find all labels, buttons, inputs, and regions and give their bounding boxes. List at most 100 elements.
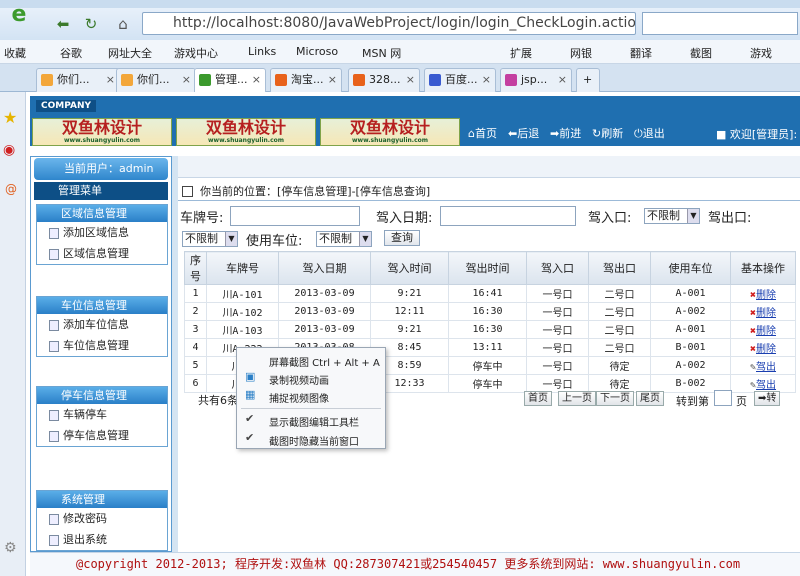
- menu-item[interactable]: 区域信息管理: [37, 243, 167, 264]
- menu-group-title[interactable]: 停车信息管理: [37, 387, 167, 404]
- home-icon[interactable]: ⌂: [112, 13, 134, 35]
- exit-gate-select[interactable]: 不限制 ▼: [182, 231, 238, 247]
- fav-item[interactable]: 谷歌: [60, 45, 82, 61]
- fav-item[interactable]: Links: [248, 45, 276, 58]
- menu-item[interactable]: 车位信息管理: [37, 335, 167, 356]
- toolbar-item[interactable]: 扩展: [510, 45, 532, 61]
- fav-item[interactable]: 网址大全: [108, 45, 152, 61]
- close-icon[interactable]: ×: [182, 69, 191, 91]
- browser-tab[interactable]: jsp... ×: [500, 68, 572, 92]
- last-page-button[interactable]: 尾页: [636, 391, 664, 406]
- browser-title-bar: [0, 0, 800, 8]
- context-menu-item[interactable]: 截图时隐藏当前窗口: [269, 433, 359, 448]
- browser-tab[interactable]: 你们... ×: [36, 68, 120, 92]
- toolbar-item[interactable]: 网银: [570, 45, 592, 61]
- cell: 二号口: [588, 302, 651, 321]
- cell: 4: [184, 338, 207, 357]
- cell: 川A-102: [206, 302, 279, 321]
- tab-bar: 你们... × 你们... × 管理... × 淘宝... × 328... × 百度..…: [0, 64, 800, 92]
- entry-gate-select[interactable]: 不限制 ▼: [644, 208, 700, 224]
- new-tab-button[interactable]: +: [576, 68, 600, 92]
- refresh-icon[interactable]: ↻: [80, 13, 102, 35]
- toolbar-item[interactable]: 游戏: [750, 45, 772, 61]
- context-menu-item[interactable]: 录制视频动画: [269, 372, 329, 387]
- cell: 12:11: [370, 302, 449, 321]
- menu-item[interactable]: 修改密码: [37, 508, 167, 529]
- fav-item[interactable]: 收藏: [4, 45, 26, 61]
- menu-group-title[interactable]: 车位信息管理: [37, 297, 167, 314]
- toolbar-item[interactable]: 翻译: [630, 45, 652, 61]
- col-header: 驾出时间: [448, 251, 527, 285]
- query-button[interactable]: 查询: [384, 230, 420, 246]
- action-cell: ✖删除: [730, 320, 796, 339]
- close-icon[interactable]: ×: [406, 69, 415, 91]
- close-icon[interactable]: ×: [252, 69, 261, 91]
- back-icon[interactable]: ⬅: [52, 13, 74, 35]
- plate-input[interactable]: [230, 206, 360, 226]
- toolbar-item[interactable]: 截图: [690, 45, 712, 61]
- panel-splitter[interactable]: [172, 156, 178, 552]
- back-button[interactable]: ⬅后退: [508, 126, 539, 142]
- logout-button[interactable]: ⏻退出: [634, 126, 665, 142]
- menu-item[interactable]: 车辆停车: [37, 404, 167, 425]
- cell: 3: [184, 320, 207, 339]
- menu-item[interactable]: 添加区域信息: [37, 222, 167, 243]
- slot-select[interactable]: 不限制 ▼: [316, 231, 372, 247]
- exit-link[interactable]: 驾出: [756, 362, 776, 373]
- col-header: 使用车位: [650, 251, 731, 285]
- col-header: 驾入时间: [370, 251, 449, 285]
- search-input[interactable]: [642, 12, 798, 35]
- tab-icon: [429, 74, 441, 86]
- fav-item[interactable]: MSN 网: [362, 45, 401, 61]
- fav-item[interactable]: Microso: [296, 45, 338, 58]
- plate-label: 车牌号:: [180, 211, 224, 226]
- star-icon[interactable]: ★: [3, 108, 17, 127]
- exit-gate-label: 驾出口:: [708, 211, 752, 226]
- close-icon[interactable]: ×: [482, 69, 491, 91]
- cell: 二号口: [588, 284, 651, 303]
- delete-link[interactable]: 删除: [756, 308, 776, 319]
- menu-group-title[interactable]: 系统管理: [37, 491, 167, 508]
- address-bar[interactable]: http://localhost:8080/JavaWebProject/log…: [142, 12, 636, 35]
- menu-item[interactable]: 添加车位信息: [37, 314, 167, 335]
- entry-gate-label: 驾入口:: [588, 211, 632, 226]
- home-button[interactable]: ⌂首页: [468, 126, 497, 142]
- browser-tab[interactable]: 328... ×: [348, 68, 420, 92]
- menu-group: 停车信息管理 车辆停车 停车信息管理: [36, 386, 168, 447]
- delete-link[interactable]: 删除: [756, 344, 776, 355]
- delete-link[interactable]: 删除: [756, 326, 776, 337]
- close-icon[interactable]: ×: [328, 69, 337, 91]
- gear-icon[interactable]: ⚙: [4, 540, 17, 556]
- next-page-button[interactable]: 下一页: [596, 391, 634, 406]
- check-icon: ✔: [245, 412, 255, 425]
- prev-page-button[interactable]: 上一页: [558, 391, 596, 406]
- entry-date-input[interactable]: [440, 206, 576, 226]
- fav-item[interactable]: 游戏中心: [174, 45, 218, 61]
- browser-tab[interactable]: 你们... ×: [116, 68, 196, 92]
- close-icon[interactable]: ×: [106, 69, 115, 91]
- close-icon[interactable]: ×: [558, 69, 567, 91]
- first-page-button[interactable]: 首页: [524, 391, 552, 406]
- browser-tab[interactable]: 淘宝... ×: [270, 68, 342, 92]
- menu-item[interactable]: 退出系统: [37, 529, 167, 550]
- browser-tab-active[interactable]: 管理... ×: [194, 68, 266, 92]
- context-menu-item[interactable]: 捕捉视频图像: [269, 390, 329, 405]
- forward-button[interactable]: ➡前进: [550, 126, 581, 142]
- go-button[interactable]: ➡转: [754, 391, 781, 406]
- delete-link[interactable]: 删除: [756, 290, 776, 301]
- context-menu-item[interactable]: 显示截图编辑工具栏: [269, 414, 359, 429]
- menu-group-title[interactable]: 区域信息管理: [37, 205, 167, 222]
- refresh-button[interactable]: ↻刷新: [592, 126, 623, 142]
- cell: 13:11: [448, 338, 527, 357]
- at-icon[interactable]: @: [5, 182, 17, 196]
- context-menu-item[interactable]: 屏幕截图 Ctrl + Alt + A: [269, 354, 380, 369]
- action-cell: ✖删除: [730, 284, 796, 303]
- logo: 双鱼林设计 www.shuangyulin.com: [176, 118, 316, 146]
- page-number-input[interactable]: [714, 390, 732, 406]
- address-text: http://localhost:8080/JavaWebProject/log…: [173, 15, 636, 31]
- breadcrumb: 你当前的位置：[停车信息管理]-[停车信息查询]: [178, 183, 800, 201]
- weibo-icon[interactable]: ◉: [3, 142, 15, 158]
- cell: A-002: [650, 302, 731, 321]
- menu-item[interactable]: 停车信息管理: [37, 425, 167, 446]
- browser-tab[interactable]: 百度... ×: [424, 68, 496, 92]
